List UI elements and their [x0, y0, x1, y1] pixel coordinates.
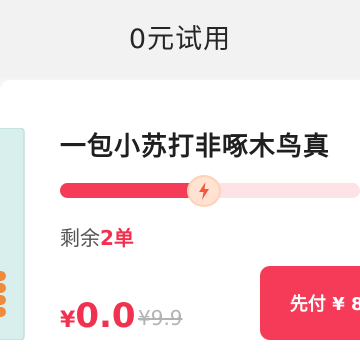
page-header: 0元试用 [0, 0, 360, 78]
price-value: 0.0 [75, 296, 136, 336]
product-title[interactable]: 一包小苏打非啄木鸟真 [60, 126, 330, 163]
price-symbol: ¥ [60, 308, 76, 333]
progress-fill [60, 183, 204, 198]
prepay-button[interactable]: 先付 ¥ 8 [260, 266, 360, 340]
remaining-label: 剩余 [60, 226, 100, 250]
remaining-count: 2单 [100, 226, 134, 250]
lightning-bolt-icon [189, 177, 219, 205]
page-title: 0元试用 [128, 23, 232, 55]
claim-progress-bar [60, 177, 360, 205]
product-image[interactable] [0, 128, 26, 340]
remaining-stock: 剩余2单 [60, 222, 134, 251]
trial-price: ¥0.0 [60, 296, 136, 336]
original-price: ¥9.9 [138, 306, 183, 330]
trial-page: 0元试用 一包小苏打非啄木鸟真 剩余2单 ¥0.0 ¥9.9 先付 ¥ 8 [0, 0, 360, 360]
